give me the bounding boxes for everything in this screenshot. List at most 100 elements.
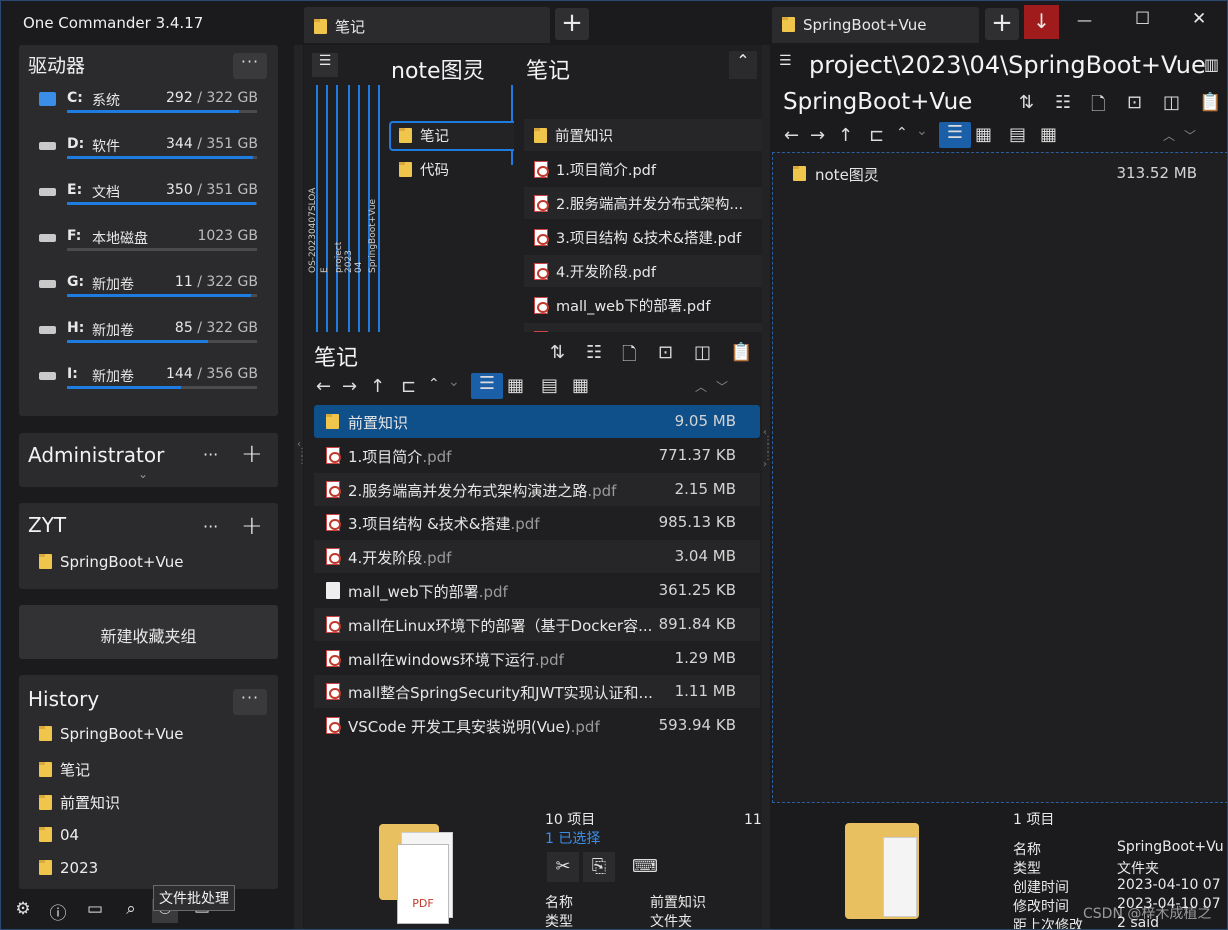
sort-icon[interactable]: ⇅ [550, 342, 565, 363]
back-icon[interactable]: ← [784, 125, 799, 146]
drive-item[interactable]: F: 本地磁盘 1023 GB [19, 224, 278, 270]
scroll-down-icon[interactable]: ﹀ [1184, 127, 1196, 144]
table-row[interactable]: mall在windows环境下运行.pdf 1.29 MB [314, 641, 760, 675]
new-file-icon[interactable]: 🗋 [622, 342, 636, 372]
chevron-down-icon[interactable]: ⌄ [916, 123, 928, 139]
tab-springboot[interactable]: SpringBoot+Vue [772, 7, 979, 43]
column2-item[interactable]: 前置知识 [524, 119, 762, 151]
search-icon[interactable]: ⌕ [118, 899, 144, 923]
view-details-icon[interactable]: ☰ [471, 373, 503, 399]
table-row[interactable]: 2.服务端高并发分布式架构演进之路.pdf 2.15 MB [314, 472, 760, 506]
table-row[interactable]: 前置知识 9.05 MB [314, 405, 760, 438]
rename-icon[interactable]: ⌨ [628, 852, 662, 882]
back-icon[interactable]: ← [316, 376, 331, 397]
vertical-crumb[interactable]: 2023 [344, 153, 354, 273]
column2-item[interactable]: 1.项目简介.pdf [524, 153, 762, 185]
paste-icon[interactable]: 📋 [730, 342, 752, 363]
new-tab-button-right[interactable]: + [985, 8, 1019, 40]
path-grid-icon[interactable]: ▥ [1204, 55, 1219, 74]
drive-item[interactable]: D: 软件 344 / 351 GB [19, 132, 278, 178]
center-splitter[interactable] [762, 45, 770, 929]
table-row[interactable]: note图灵 313.52 MB [781, 157, 1221, 190]
download-icon[interactable]: ↓ [1024, 5, 1059, 39]
settings-icon[interactable]: ⚙ [10, 899, 36, 923]
new-group-button[interactable]: 新建收藏夹组 [19, 605, 278, 659]
history-more-button[interactable]: ··· [233, 689, 267, 715]
column2-item[interactable]: 4.开发阶段.pdf [524, 255, 762, 287]
cut-icon[interactable]: ✂ [547, 852, 579, 882]
close-button[interactable]: ✕ [1192, 9, 1206, 29]
vertical-crumb[interactable]: E [320, 153, 330, 273]
open-folder-icon[interactable]: ⊏ [869, 125, 884, 146]
sort-icon[interactable]: ⇅ [1019, 92, 1034, 113]
sidebar-toggle-right-icon[interactable]: ☰ [779, 53, 792, 69]
drive-item[interactable]: E: 文档 350 / 351 GB [19, 178, 278, 224]
history-item[interactable]: 笔记 [39, 759, 90, 780]
vertical-crumb[interactable]: project [334, 153, 344, 273]
view-details-icon[interactable]: ☰ [939, 122, 971, 148]
table-row[interactable]: mall整合SpringSecurity和JWT实现认证和... 1.11 MB [314, 675, 760, 709]
zyt-add-icon[interactable]: + [241, 511, 263, 541]
vertical-crumb[interactable]: 04 [354, 153, 364, 273]
table-row[interactable]: 4.开发阶段.pdf 3.04 MB [314, 540, 760, 574]
sidebar-toggle-icon[interactable]: ☰ [312, 53, 338, 77]
vertical-crumb[interactable]: SpringBoot+Vue [368, 153, 378, 273]
scroll-up-icon[interactable]: ︿ [695, 378, 707, 395]
column2-item[interactable]: mall在Linux环境下的部署 [524, 323, 762, 332]
table-row[interactable]: 1.项目简介.pdf 771.37 KB [314, 438, 760, 472]
layout-icon[interactable]: ▭ [82, 899, 108, 923]
drive-item[interactable]: C: 系统 292 / 322 GB [19, 86, 278, 132]
copy-path-icon[interactable]: ◫ [694, 342, 711, 363]
admin-expand-icon[interactable]: ⌄ [138, 467, 148, 481]
table-row[interactable]: 3.项目结构 &技术&搭建.pdf 985.13 KB [314, 506, 760, 540]
column2-item[interactable]: 3.项目结构 &技术&搭建.pdf [524, 221, 762, 253]
chevron-up-icon[interactable]: ⌃ [428, 376, 440, 392]
history-item[interactable]: SpringBoot+Vue [39, 725, 183, 743]
zyt-item[interactable]: SpringBoot+Vue [39, 553, 183, 571]
view-compact-icon[interactable]: ▤ [1009, 124, 1026, 145]
table-row[interactable]: VSCode 开发工具安装说明(Vue).pdf 593.94 KB [314, 709, 760, 743]
right-file-area[interactable]: note图灵 313.52 MB [772, 152, 1227, 803]
view-grid-icon[interactable]: ▦ [572, 375, 589, 396]
paste-icon[interactable]: 📋 [1199, 92, 1221, 113]
view-compact-icon[interactable]: ▤ [541, 375, 558, 396]
collapse-icon[interactable]: ⌃ [729, 51, 757, 79]
table-row[interactable]: mall_web下的部署.pdf 361.25 KB [314, 574, 760, 607]
up-icon[interactable]: ↑ [370, 376, 385, 397]
left-splitter[interactable] [294, 45, 303, 929]
new-file-icon[interactable]: 🗋 [1091, 92, 1105, 122]
history-item[interactable]: 前置知识 [39, 792, 120, 813]
scroll-down-icon[interactable]: ﹀ [716, 378, 728, 395]
up-icon[interactable]: ↑ [838, 125, 853, 146]
open-folder-icon[interactable]: ⊏ [401, 376, 416, 397]
list-detail-icon[interactable]: ☷ [1055, 92, 1071, 113]
drive-item[interactable]: I: 新加卷 144 / 356 GB [19, 362, 278, 408]
new-item-icon[interactable]: ⊡ [1127, 92, 1142, 113]
chevron-up-icon[interactable]: ⌃ [896, 125, 908, 141]
column1-item[interactable]: 笔记 [399, 125, 449, 146]
vertical-crumb[interactable]: OS-20230407SLOA [308, 153, 318, 273]
forward-icon[interactable]: → [810, 125, 825, 146]
drive-item[interactable]: G: 新加卷 11 / 322 GB [19, 270, 278, 316]
view-list-icon[interactable]: ▦ [975, 124, 992, 145]
path-breadcrumb[interactable]: project\2023\04\SpringBoot+Vue [809, 51, 1206, 79]
new-item-icon[interactable]: ⊡ [658, 342, 673, 363]
copy-icon[interactable]: ⎘ [583, 852, 615, 882]
forward-icon[interactable]: → [342, 376, 357, 397]
tab-notes[interactable]: 笔记 [304, 7, 550, 43]
maximize-button[interactable]: ☐ [1135, 9, 1150, 29]
drives-more-button[interactable]: ··· [233, 53, 267, 79]
admin-add-icon[interactable]: + [241, 439, 263, 469]
list-detail-icon[interactable]: ☷ [586, 342, 602, 363]
drive-item[interactable]: H: 新加卷 85 / 322 GB [19, 316, 278, 362]
scroll-up-icon[interactable]: ︿ [1163, 127, 1175, 144]
history-item[interactable]: 2023 [39, 859, 98, 877]
column2-item[interactable]: mall_web下的部署.pdf [524, 289, 762, 321]
column1-item[interactable]: 代码 [399, 159, 449, 180]
zyt-more-icon[interactable]: ··· [203, 517, 218, 536]
history-item[interactable]: 04 [39, 826, 79, 844]
admin-more-icon[interactable]: ··· [203, 445, 218, 464]
view-grid-icon[interactable]: ▦ [1040, 124, 1057, 145]
copy-path-icon[interactable]: ◫ [1163, 92, 1180, 113]
info-icon[interactable]: ⓘ [45, 899, 71, 924]
